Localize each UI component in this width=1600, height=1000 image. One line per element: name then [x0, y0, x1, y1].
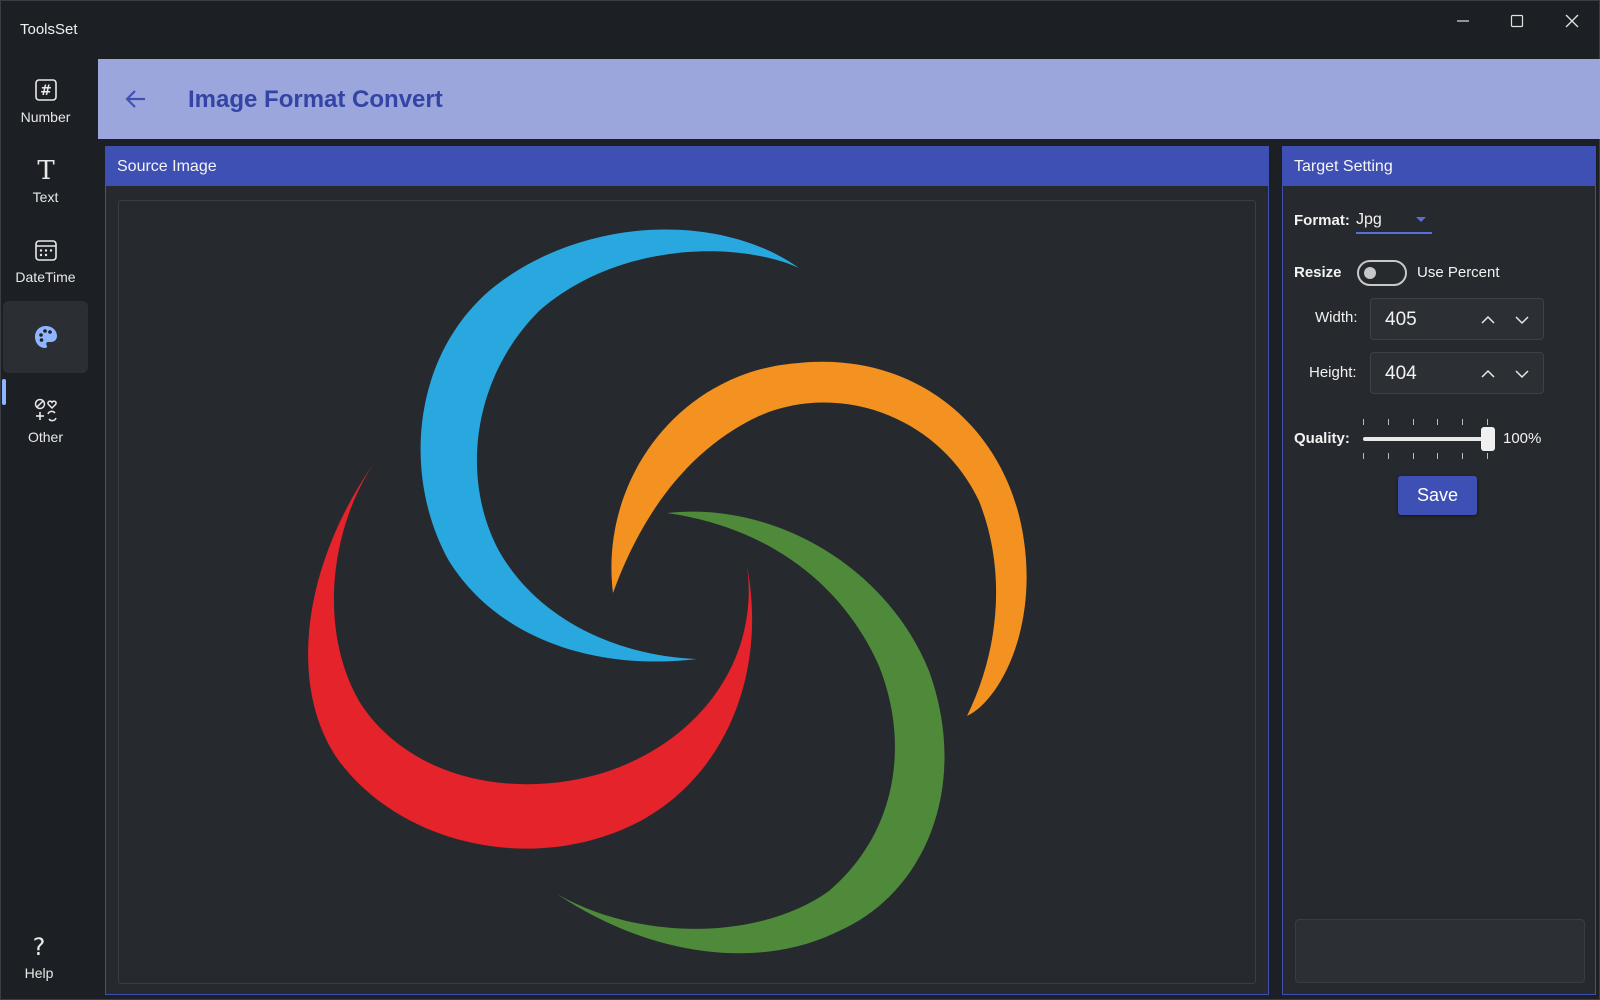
sidebar-item-label: DateTime	[15, 269, 76, 285]
use-percent-label: Use Percent	[1417, 264, 1500, 281]
format-value: Jpg	[1356, 211, 1382, 228]
close-icon	[1565, 14, 1579, 28]
resize-label: Resize	[1294, 264, 1342, 281]
format-label: Format:	[1294, 212, 1350, 229]
slider-tick	[1462, 453, 1463, 459]
svg-text:#: #	[40, 83, 52, 99]
slider-tick	[1388, 419, 1389, 425]
slider-tick	[1462, 419, 1463, 425]
sidebar: # Number T Text DateTime Other ? Help	[1, 59, 97, 1000]
minimize-icon	[1457, 20, 1469, 22]
panel-title: Target Setting	[1294, 157, 1393, 175]
svg-text:T: T	[37, 157, 55, 183]
source-image-view[interactable]	[118, 200, 1256, 984]
sidebar-item-image[interactable]	[3, 301, 88, 373]
sidebar-item-label: Other	[27, 429, 63, 445]
palette-icon	[33, 324, 59, 350]
text-icon: T	[33, 157, 59, 183]
sidebar-item-label: Help	[24, 965, 54, 981]
slider-tick	[1363, 453, 1364, 459]
title-bar: ToolsSet	[1, 1, 1600, 59]
sidebar-item-label: Text	[32, 189, 59, 205]
format-dropdown[interactable]: Jpg	[1356, 208, 1432, 234]
width-number-box[interactable]: 405	[1370, 298, 1544, 340]
save-label: Save	[1416, 485, 1459, 505]
width-decrement-button[interactable]	[1510, 308, 1534, 332]
slider-thumb[interactable]	[1481, 427, 1495, 451]
slider-tick	[1413, 419, 1414, 425]
slider-tick	[1363, 419, 1364, 425]
chevron-down-icon	[1515, 316, 1529, 325]
app-title: ToolsSet	[20, 21, 78, 38]
use-percent-toggle[interactable]	[1357, 260, 1407, 286]
sidebar-item-label: Number	[20, 109, 71, 125]
height-decrement-button[interactable]	[1510, 362, 1534, 386]
slider-tick	[1413, 453, 1414, 459]
slider-tick	[1487, 419, 1488, 425]
width-value: 405	[1385, 309, 1417, 330]
page-title: Image Format Convert	[188, 86, 443, 113]
arrow-left-icon	[125, 90, 145, 108]
sidebar-item-help[interactable]: ? Help	[1, 921, 77, 993]
minimize-button[interactable]	[1436, 1, 1490, 41]
toggle-knob	[1364, 267, 1376, 279]
slider-tick	[1437, 453, 1438, 459]
calendar-icon	[33, 237, 59, 263]
sidebar-item-text[interactable]: T Text	[3, 145, 88, 217]
source-image-panel: Source Image	[105, 146, 1269, 995]
panel-header: Target Setting	[1283, 147, 1595, 186]
chevron-down-icon	[1515, 370, 1529, 379]
panel-title: Source Image	[117, 157, 217, 175]
quality-value: 100%	[1503, 430, 1542, 447]
status-area	[1295, 919, 1585, 983]
sidebar-item-number[interactable]: # Number	[3, 65, 88, 137]
width-label: Width:	[1315, 309, 1358, 326]
page-header: Image Format Convert	[98, 59, 1600, 139]
swirl-logo-image	[308, 229, 1027, 954]
slider-tick	[1487, 453, 1488, 459]
quality-label: Quality:	[1294, 430, 1350, 447]
svg-text:?: ?	[33, 933, 46, 959]
help-icon: ?	[26, 933, 52, 959]
slider-tick	[1437, 419, 1438, 425]
height-label: Height:	[1309, 364, 1357, 381]
back-button[interactable]	[120, 83, 152, 115]
sidebar-item-other[interactable]: Other	[3, 385, 88, 457]
app-window: ToolsSet # Number T Text DateTime Other …	[0, 0, 1600, 1000]
panel-header: Source Image	[106, 147, 1268, 186]
chevron-down-icon	[1416, 217, 1426, 222]
chevron-up-icon	[1481, 369, 1495, 378]
close-button[interactable]	[1545, 1, 1599, 41]
quality-slider[interactable]	[1363, 419, 1495, 459]
sidebar-item-datetime[interactable]: DateTime	[3, 225, 88, 297]
save-button[interactable]: Save	[1398, 476, 1477, 515]
height-increment-button[interactable]	[1476, 362, 1500, 386]
slider-tick	[1388, 453, 1389, 459]
maximize-icon	[1510, 14, 1524, 28]
maximize-button[interactable]	[1490, 1, 1544, 41]
other-tools-icon	[33, 397, 59, 423]
height-number-box[interactable]: 404	[1370, 352, 1544, 394]
height-value: 404	[1385, 363, 1417, 384]
width-increment-button[interactable]	[1476, 308, 1500, 332]
chevron-up-icon	[1481, 315, 1495, 324]
hash-icon: #	[33, 77, 59, 103]
slider-track	[1363, 437, 1487, 441]
